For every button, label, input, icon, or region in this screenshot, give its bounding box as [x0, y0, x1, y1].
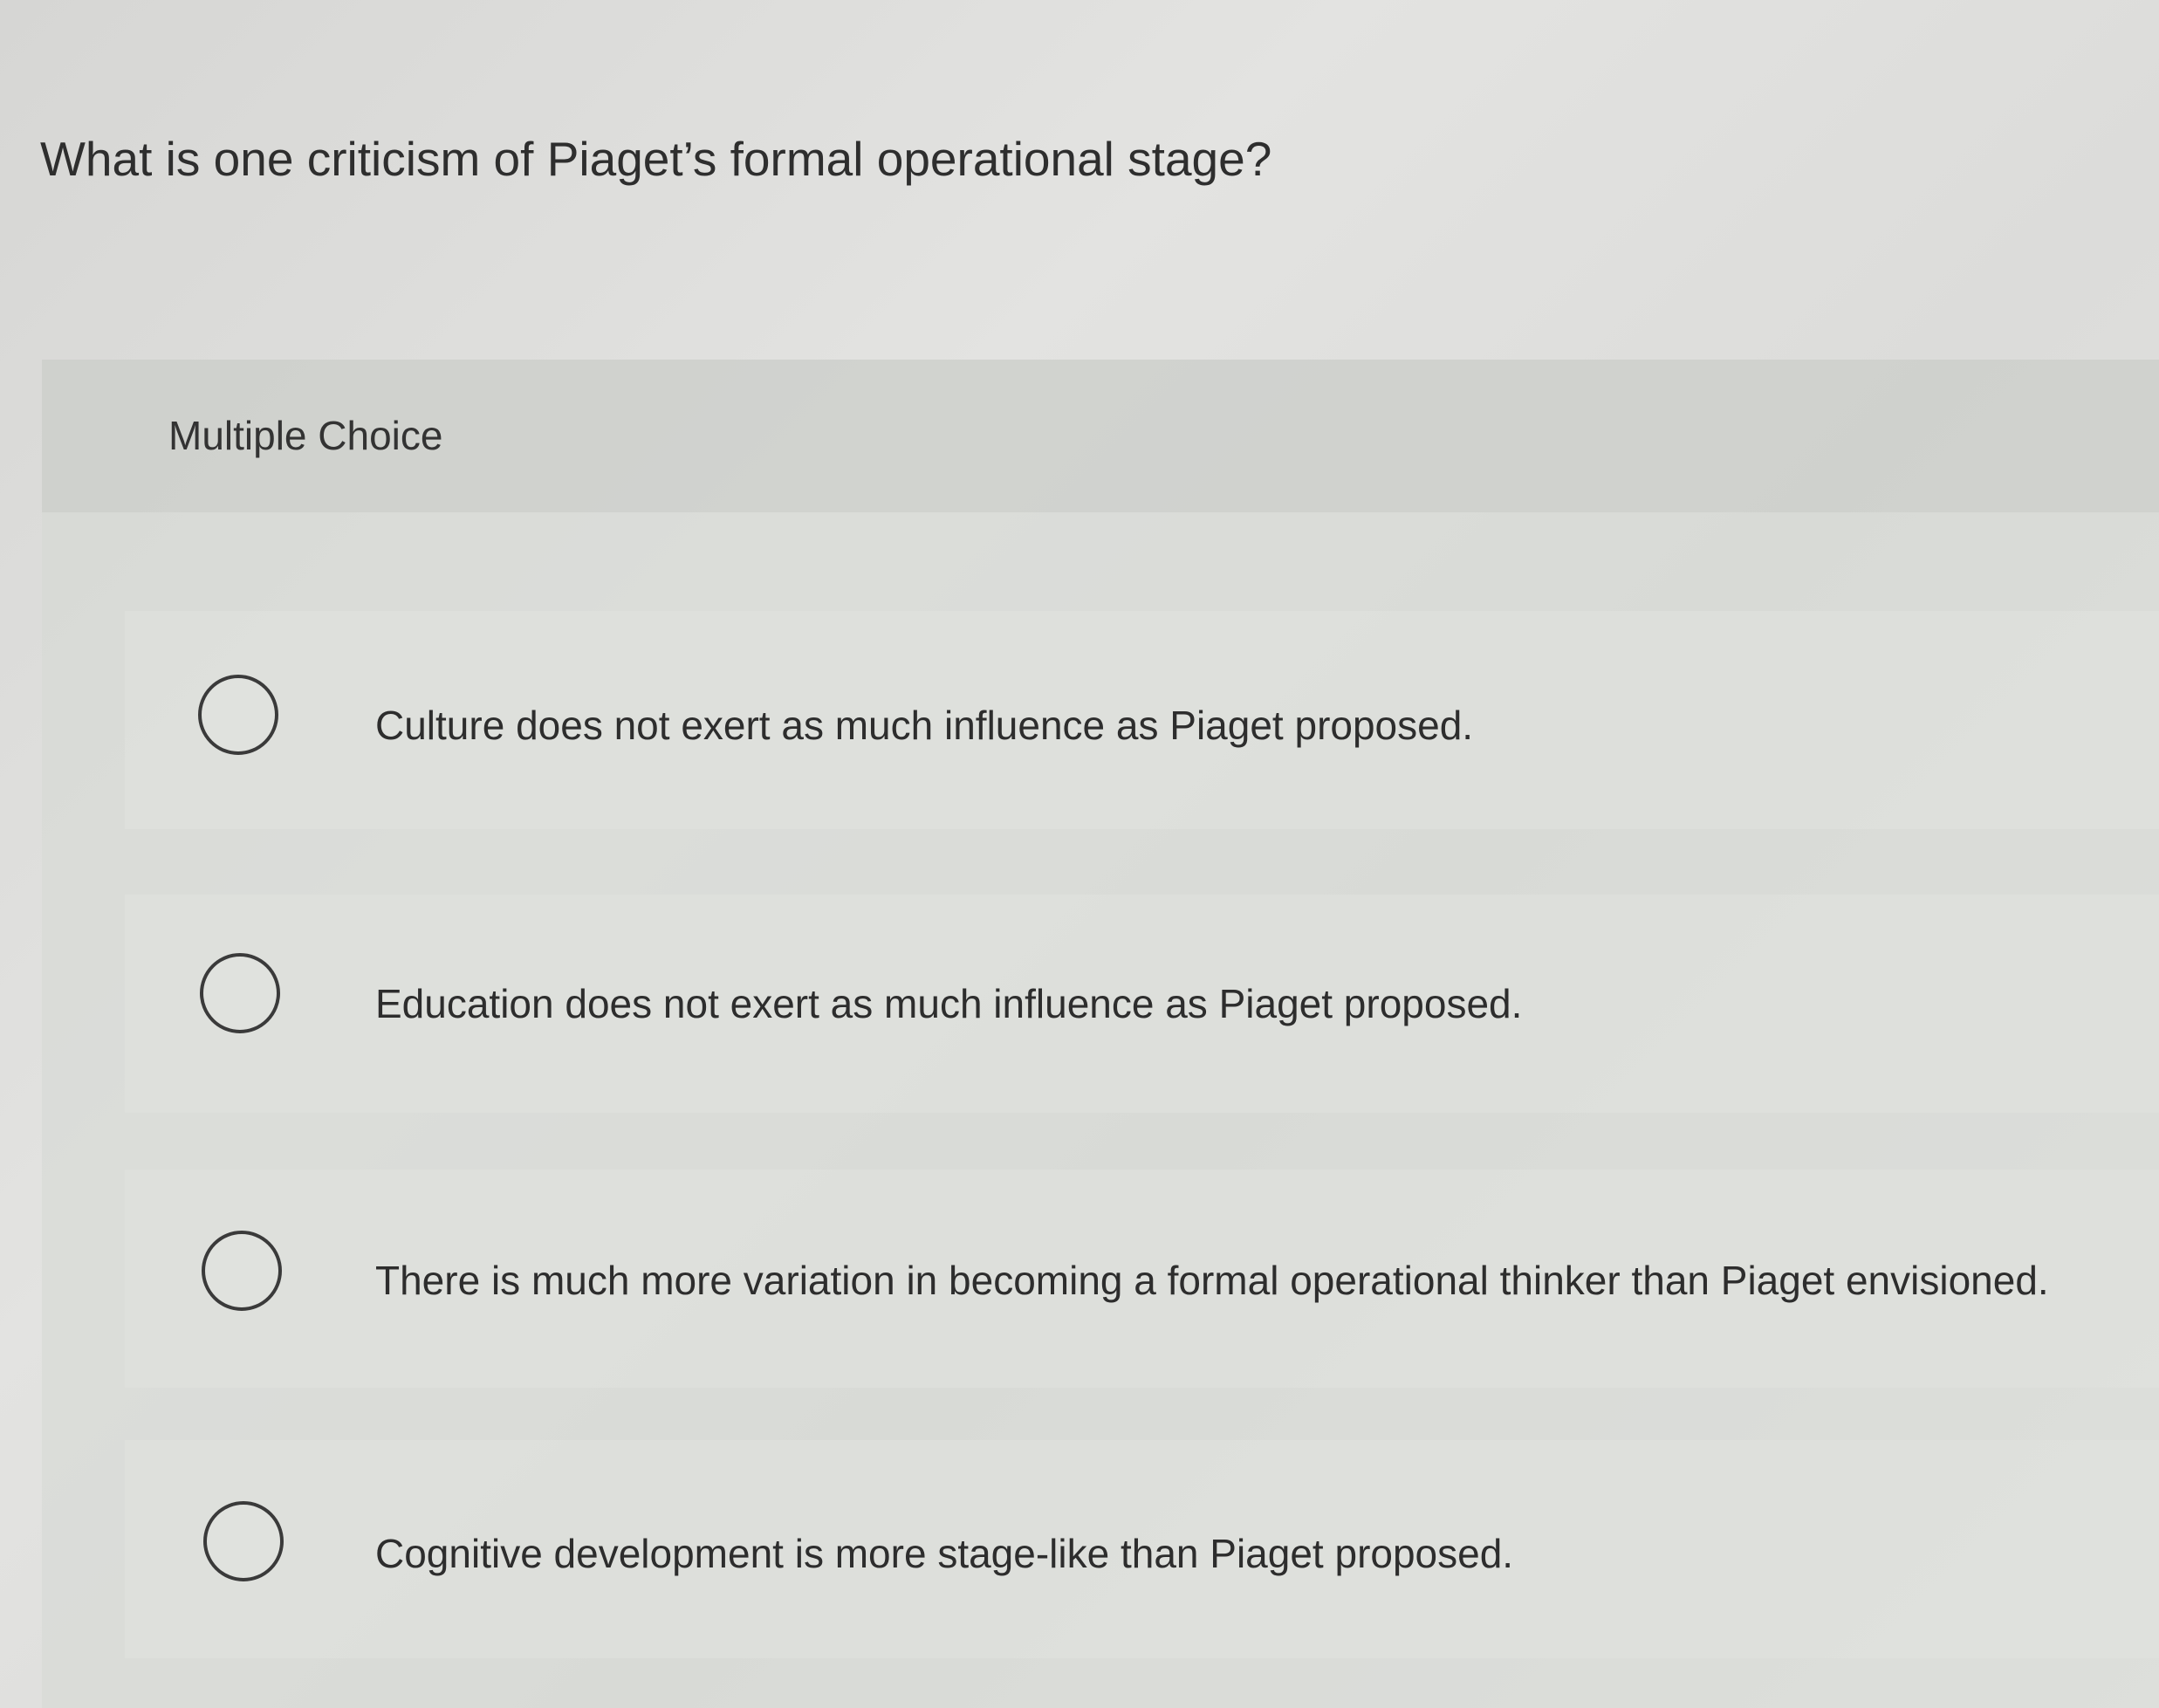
radio-button-option-1[interactable]: [198, 675, 278, 755]
option-3-label[interactable]: There is much more variation in becoming…: [375, 1257, 2049, 1304]
question-type-label: Multiple Choice: [168, 413, 443, 458]
question-text: What is one criticism of Piaget’s formal…: [40, 132, 1272, 186]
option-2-label[interactable]: Education does not exert as much influen…: [375, 980, 1522, 1027]
radio-button-option-2[interactable]: [200, 953, 280, 1033]
radio-button-option-4[interactable]: [203, 1501, 284, 1581]
option-1-label[interactable]: Culture does not exert as much influence…: [375, 702, 1473, 749]
option-4-label[interactable]: Cognitive development is more stage-like…: [375, 1530, 1513, 1577]
radio-button-option-3[interactable]: [202, 1231, 282, 1311]
